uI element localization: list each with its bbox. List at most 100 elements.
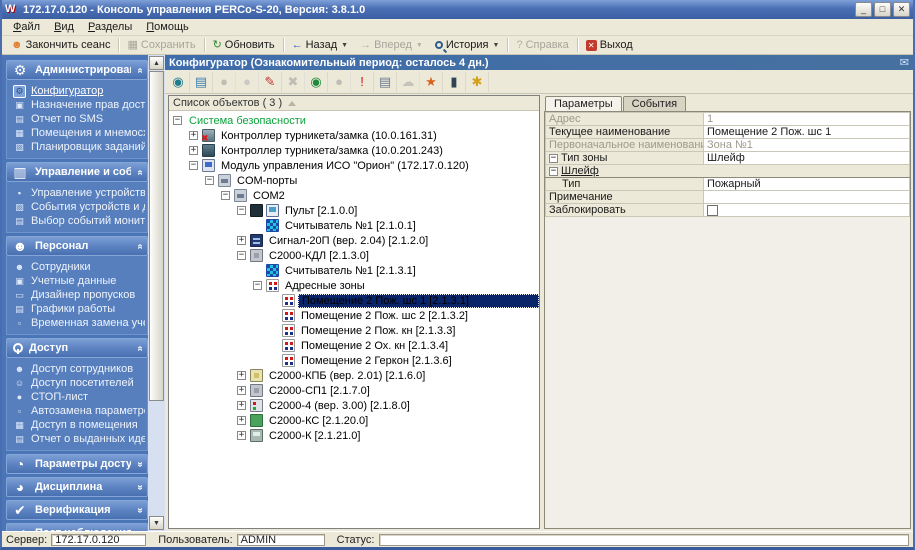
expand-box-icon[interactable]: + bbox=[237, 431, 246, 440]
toolbar-exit-button[interactable]: ✕Выход bbox=[580, 38, 639, 52]
tree-node[interactable]: −С2000-КДЛ [2.1.3.0] bbox=[169, 248, 539, 263]
tree-node[interactable]: +С2000-4 (вер. 3.00) [2.1.8.0] bbox=[169, 398, 539, 413]
expand-chevron-icon[interactable]: « bbox=[135, 507, 146, 513]
collapse-chevron-icon[interactable]: « bbox=[135, 169, 146, 175]
sidebar-section-8-header[interactable]: ◄Пост наблюдения« bbox=[6, 523, 148, 531]
sidebar-item[interactable]: ●СТОП-лист bbox=[13, 390, 145, 404]
menu-item-1[interactable]: Вид bbox=[47, 20, 81, 34]
menu-item-2[interactable]: Разделы bbox=[81, 20, 139, 34]
menu-item-3[interactable]: Помощь bbox=[139, 20, 196, 34]
property-value[interactable] bbox=[704, 191, 910, 204]
checkbox-unchecked-icon[interactable] bbox=[707, 205, 718, 216]
sidebar-item[interactable]: ▦Помещения и мнемосхема bbox=[13, 126, 145, 140]
sidebar-item[interactable]: ▤Отчет по SMS bbox=[13, 112, 145, 126]
sidebar-item[interactable]: ▨События устройств и дейст... bbox=[13, 200, 145, 214]
collapse-chevron-icon[interactable]: « bbox=[135, 243, 146, 249]
close-button[interactable]: ✕ bbox=[893, 2, 910, 17]
reset-alarm-button[interactable]: ! bbox=[351, 72, 374, 92]
collapse-box-icon[interactable]: − bbox=[173, 116, 182, 125]
toolbar-refresh-button[interactable]: ↻Обновить bbox=[207, 38, 281, 52]
sidebar-item[interactable]: ▫Автозамена параметров до... bbox=[13, 404, 145, 418]
sidebar-item[interactable]: ▦Доступ в помещения bbox=[13, 418, 145, 432]
add-device-button[interactable]: ▤ bbox=[190, 72, 213, 92]
menu-item-0[interactable]: Файл bbox=[6, 20, 47, 34]
card-button[interactable]: ▮ bbox=[443, 72, 466, 92]
property-value[interactable]: 1 bbox=[704, 113, 910, 126]
property-value[interactable]: Зона №1 bbox=[704, 139, 910, 152]
wizard-wand-button[interactable]: ✱ bbox=[466, 72, 489, 92]
tree-node[interactable]: +С2000-КПБ (вер. 2.01) [2.1.6.0] bbox=[169, 368, 539, 383]
expand-box-icon[interactable]: + bbox=[189, 131, 198, 140]
maximize-button[interactable]: □ bbox=[874, 2, 891, 17]
sidebar-section-4-header[interactable]: Доступ« bbox=[6, 338, 148, 358]
sidebar-section-2-header[interactable]: ▥Управление и события« bbox=[6, 162, 148, 182]
tree-node[interactable]: −COM2 bbox=[169, 188, 539, 203]
sidebar-section-5-header[interactable]: ◔Параметры доступа« bbox=[6, 454, 148, 474]
expand-box-icon[interactable]: + bbox=[237, 371, 246, 380]
tree-node[interactable]: +С2000-СП1 [2.1.7.0] bbox=[169, 383, 539, 398]
property-value[interactable]: Шлейф bbox=[704, 152, 910, 165]
tree-node[interactable]: −Пульт [2.1.0.0] bbox=[169, 203, 539, 218]
tab-события[interactable]: События bbox=[623, 96, 686, 111]
expand-chevron-icon[interactable]: « bbox=[135, 530, 146, 531]
expand-box-icon[interactable]: + bbox=[237, 236, 246, 245]
tree-node[interactable]: −Система безопасности bbox=[169, 113, 539, 128]
collapse-chevron-icon[interactable]: « bbox=[135, 67, 146, 73]
property-value[interactable]: Помещение 2 Пож. шс 1 bbox=[704, 126, 910, 139]
sidebar-item[interactable]: ▫Временная замена учетных ... bbox=[13, 316, 145, 330]
tree-node[interactable]: Считыватель №1 [2.1.3.1] bbox=[169, 263, 539, 278]
sidebar-item[interactable]: ▣Назначение прав доступа о... bbox=[13, 98, 145, 112]
sidebar-item[interactable]: ▧Планировщик заданий bbox=[13, 140, 145, 154]
tree-node[interactable]: −Адресные зоны bbox=[169, 278, 539, 293]
expand-chevron-icon[interactable]: « bbox=[135, 461, 146, 467]
collapse-box-icon[interactable]: − bbox=[189, 161, 198, 170]
collapse-chevron-icon[interactable]: « bbox=[135, 345, 146, 351]
search-devices-button[interactable]: ◉ bbox=[167, 72, 190, 92]
property-value[interactable]: Пожарный bbox=[704, 178, 910, 191]
sidebar-item[interactable]: ▣Учетные данные bbox=[13, 274, 145, 288]
collapse-box-icon[interactable]: − bbox=[205, 176, 214, 185]
events-flag-button[interactable]: ★ bbox=[420, 72, 443, 92]
tree-node[interactable]: Помещение 2 Пож. шс 2 [2.1.3.2] bbox=[169, 308, 539, 323]
sidebar-section-3-header[interactable]: ☻Персонал« bbox=[6, 236, 148, 256]
toolbar-logout-user-button[interactable]: ☻Закончить сеанс bbox=[5, 38, 116, 52]
edit-button[interactable]: ✎ bbox=[259, 72, 282, 92]
message-icon[interactable]: ✉ bbox=[900, 56, 909, 69]
tree-node[interactable]: −COM-порты bbox=[169, 173, 539, 188]
collapse-box-icon[interactable]: − bbox=[549, 167, 558, 176]
tree-node[interactable]: Считыватель №1 [2.1.0.1] bbox=[169, 218, 539, 233]
sidebar-item[interactable]: ☺Доступ посетителей bbox=[13, 376, 145, 390]
tree-node[interactable]: +С2000-КС [2.1.20.0] bbox=[169, 413, 539, 428]
tree-node[interactable]: Помещение 2 Ох. кн [2.1.3.4] bbox=[169, 338, 539, 353]
minimize-button[interactable]: _ bbox=[855, 2, 872, 17]
sidebar-item[interactable]: ▤Отчет о выданных идентиф... bbox=[13, 432, 145, 446]
expand-box-icon[interactable]: + bbox=[189, 146, 198, 155]
tree-node[interactable]: +С2000-К [2.1.21.0] bbox=[169, 428, 539, 443]
collapse-box-icon[interactable]: − bbox=[253, 281, 262, 290]
toolbar-history-search-button[interactable]: История▼ bbox=[429, 38, 506, 52]
scroll-down-icon[interactable]: ▼ bbox=[149, 516, 164, 530]
collapse-box-icon[interactable]: − bbox=[221, 191, 230, 200]
sidebar-item[interactable]: ▪Управление устройствами и... bbox=[13, 186, 145, 200]
property-value[interactable] bbox=[704, 204, 910, 217]
expand-box-icon[interactable]: + bbox=[237, 386, 246, 395]
sidebar-item[interactable]: ▤Выбор событий мониторинга bbox=[13, 214, 145, 228]
toolbar-back-arrow-button[interactable]: ←Назад▼ bbox=[286, 38, 354, 52]
sidebar-item[interactable]: ▭Дизайнер пропусков bbox=[13, 288, 145, 302]
tree-node[interactable]: Помещение 2 Пож. кн [2.1.3.3] bbox=[169, 323, 539, 338]
scroll-up-icon[interactable]: ▲ bbox=[149, 56, 164, 70]
sidebar-item[interactable]: ⚙Конфигуратор bbox=[13, 84, 145, 98]
collapse-box-icon[interactable]: − bbox=[237, 251, 246, 260]
expand-chevron-icon[interactable]: « bbox=[135, 484, 146, 490]
remote-display-button[interactable]: ▤ bbox=[374, 72, 397, 92]
sidebar-section-7-header[interactable]: ✔Верификация« bbox=[6, 500, 148, 520]
tab-параметры[interactable]: Параметры bbox=[545, 96, 622, 111]
sidebar-item[interactable]: ▤Графики работы bbox=[13, 302, 145, 316]
tree-node[interactable]: Помещение 2 Пож. шс 1 [2.1.3.1] bbox=[169, 293, 539, 308]
scrollbar-thumb[interactable] bbox=[149, 71, 164, 401]
collapse-box-icon[interactable]: − bbox=[549, 154, 558, 163]
tree-node[interactable]: Помещение 2 Геркон [2.1.3.6] bbox=[169, 353, 539, 368]
transfer-params-globe-button[interactable]: ◉ bbox=[305, 72, 328, 92]
collapse-box-icon[interactable]: − bbox=[237, 206, 246, 215]
sidebar-item[interactable]: ☻Сотрудники bbox=[13, 260, 145, 274]
